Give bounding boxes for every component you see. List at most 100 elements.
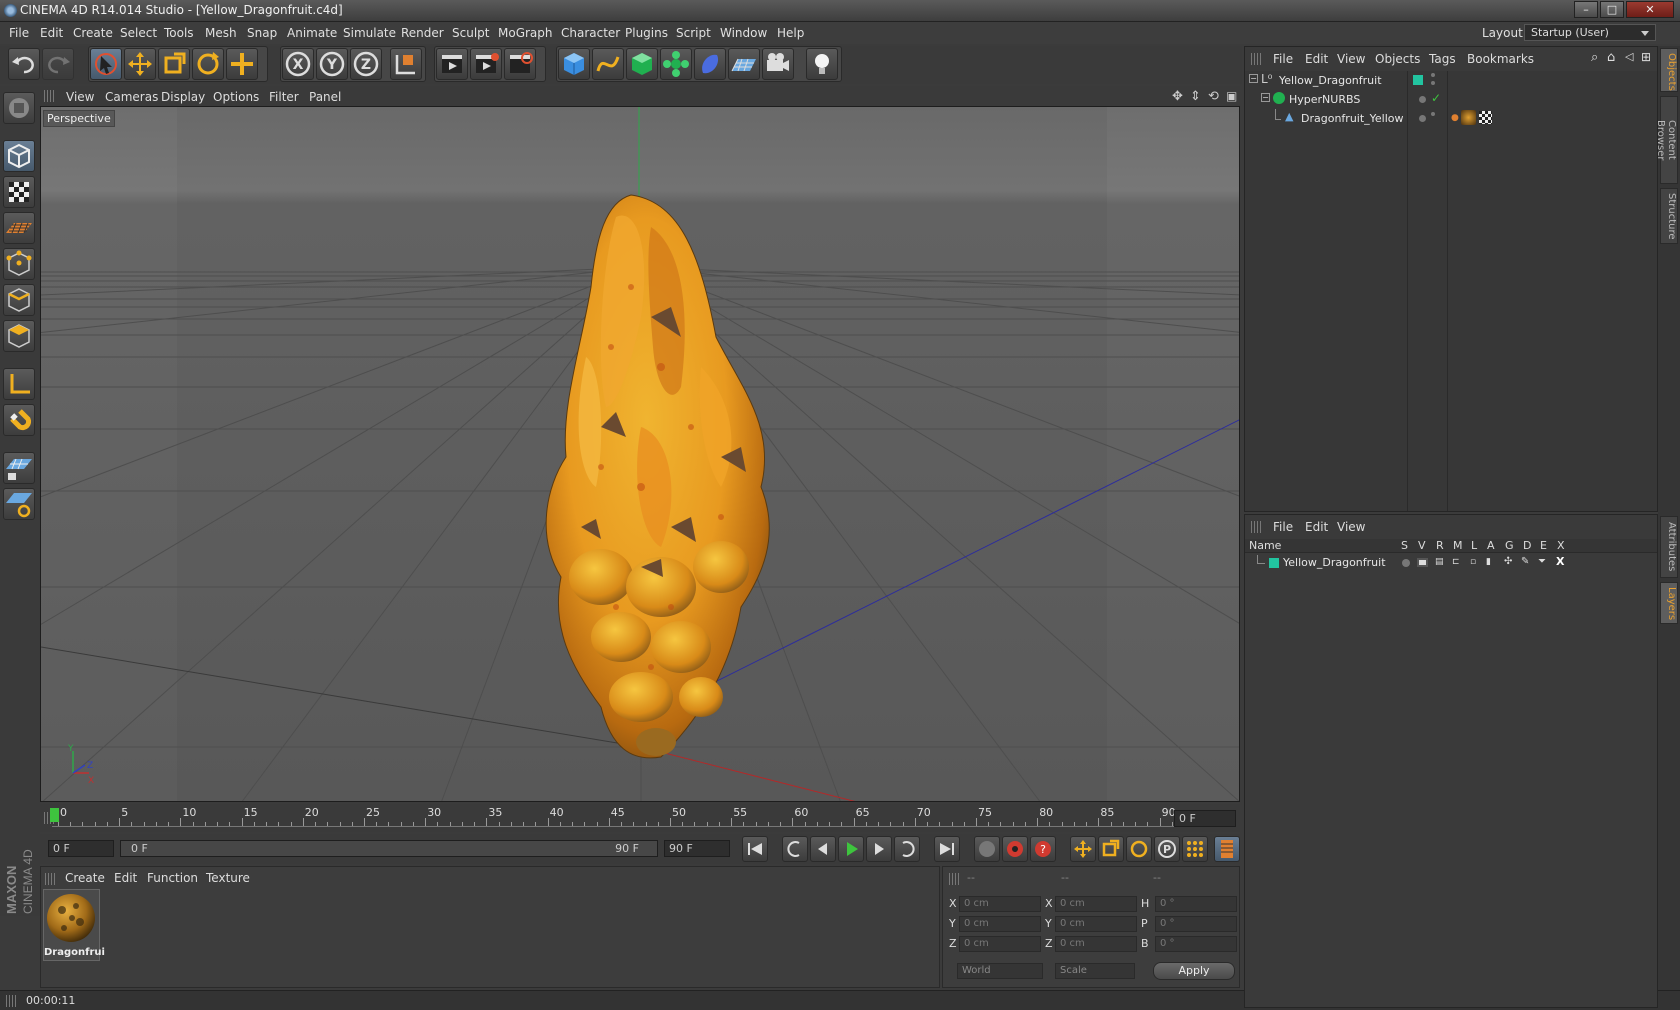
edit-render-settings-icon[interactable] [504, 48, 536, 80]
subdivision-surface-icon[interactable] [626, 48, 658, 80]
menu-sculpt[interactable]: Sculpt [452, 26, 489, 40]
layout-select[interactable]: Startup (User) [1524, 24, 1656, 41]
menu-file[interactable]: File [9, 26, 29, 40]
menu-select[interactable]: Select [120, 26, 157, 40]
layer-view-toggle[interactable] [1417, 558, 1428, 567]
material-swatch[interactable]: Dragonfrui [43, 889, 105, 961]
texture-mode-icon[interactable] [3, 176, 35, 208]
size-x-field[interactable]: 0 cm [1055, 896, 1137, 912]
layer-col-xref[interactable]: X [1557, 539, 1565, 552]
layer-panel-grip[interactable] [1251, 521, 1261, 533]
pos-x-field[interactable]: 0 cm [959, 896, 1041, 912]
timeline-layout-icon[interactable] [1214, 836, 1240, 862]
pos-z-field[interactable]: 0 cm [959, 936, 1041, 952]
object-panel-grip[interactable] [1251, 53, 1261, 65]
menu-help[interactable]: Help [777, 26, 804, 40]
layer-col-manager[interactable]: M [1453, 539, 1463, 552]
next-key-icon[interactable] [894, 836, 920, 862]
autokeying-icon[interactable] [1002, 836, 1028, 862]
position-key-icon[interactable] [1070, 836, 1096, 862]
make-editable-icon[interactable] [3, 92, 35, 124]
rotation-key-icon[interactable] [1126, 836, 1152, 862]
rot-h-field[interactable]: 0 ° [1155, 896, 1237, 912]
scale-key-icon[interactable] [1098, 836, 1124, 862]
new-panel-icon[interactable]: ⊞ [1641, 50, 1651, 64]
object-menu-view[interactable]: View [1337, 52, 1365, 66]
object-row[interactable]: − L⁰ Yellow_Dragonfruit [1245, 71, 1657, 90]
deformer-icon[interactable] [694, 48, 726, 80]
x-axis-lock-icon[interactable]: X [282, 48, 314, 80]
object-menu-objects[interactable]: Objects [1375, 52, 1420, 66]
menu-edit[interactable]: Edit [40, 26, 63, 40]
layer-col-render[interactable]: R [1436, 539, 1444, 552]
viewport-move-icon[interactable]: ✥ [1172, 89, 1183, 104]
pos-y-field[interactable]: 0 cm [959, 916, 1041, 932]
play-forward-icon[interactable] [838, 836, 864, 862]
viewport-menu-filter[interactable]: Filter [269, 90, 299, 104]
move-icon[interactable] [124, 48, 156, 80]
workplane-mode-icon[interactable] [3, 212, 35, 244]
menu-window[interactable]: Window [720, 26, 767, 40]
layer-solo-toggle[interactable] [1402, 559, 1410, 567]
viewport-rotate-icon[interactable]: ⟲ [1208, 89, 1219, 104]
menu-create[interactable]: Create [73, 26, 113, 40]
live-selection-icon[interactable] [90, 48, 122, 80]
rotate-icon[interactable] [192, 48, 224, 80]
camera-icon[interactable] [762, 48, 794, 80]
layer-col-locked[interactable]: L [1471, 539, 1477, 552]
maximize-button[interactable]: □ [1600, 1, 1624, 18]
render-view-icon[interactable] [436, 48, 468, 80]
object-row[interactable]: ▲ Dragonfruit_Yellow ● [1245, 109, 1657, 128]
coordinate-mode-select[interactable]: World [957, 963, 1043, 979]
layer-menu-view[interactable]: View [1337, 520, 1365, 534]
menu-animate[interactable]: Animate [287, 26, 337, 40]
visibility-dot[interactable] [1419, 115, 1426, 122]
material-menu-edit[interactable]: Edit [114, 871, 137, 885]
viewport-maximize-icon[interactable]: ▣ [1226, 89, 1237, 103]
uvw-tag-icon[interactable] [1479, 111, 1492, 124]
coordinate-system-icon[interactable] [390, 48, 422, 80]
current-frame-field[interactable]: 0 F [1174, 810, 1236, 827]
array-cloner-icon[interactable] [660, 48, 692, 80]
layer-expressions-toggle[interactable]: ⏷ [1538, 556, 1546, 567]
menu-snap[interactable]: Snap [247, 26, 277, 40]
layer-col-solo[interactable]: S [1401, 539, 1408, 552]
rot-b-field[interactable]: 0 ° [1155, 936, 1237, 952]
navigation-back-icon[interactable]: ◁ [1625, 50, 1633, 63]
layer-animation-toggle[interactable]: ▮ [1486, 557, 1491, 567]
phong-tag-icon[interactable]: ● [1451, 113, 1459, 123]
object-name[interactable]: Dragonfruit_Yellow [1301, 112, 1404, 125]
timeline-ruler[interactable]: 0 5 10 15 20 25 30 35 40 45 50 55 60 65 70 75 80 85 90 0 F [40, 804, 1240, 832]
layer-col-name[interactable]: Name [1249, 539, 1281, 552]
previous-key-icon[interactable] [782, 836, 808, 862]
go-to-start-icon[interactable] [742, 836, 768, 862]
layer-deformers-toggle[interactable]: ✎ [1521, 556, 1529, 567]
snap-magnet-icon[interactable] [3, 404, 35, 436]
planar-workplane-icon[interactable] [3, 488, 35, 520]
layer-generators-toggle[interactable]: ✣ [1504, 556, 1512, 567]
render-picture-viewer-icon[interactable] [470, 48, 502, 80]
recent-tool-icon[interactable] [226, 48, 258, 80]
parameter-key-icon[interactable]: P [1154, 836, 1180, 862]
visibility-dot[interactable] [1419, 96, 1426, 103]
object-menu-tags[interactable]: Tags [1429, 52, 1456, 66]
rot-p-field[interactable]: 0 ° [1155, 916, 1237, 932]
menu-render[interactable]: Render [401, 26, 444, 40]
object-menu-bookmarks[interactable]: Bookmarks [1467, 52, 1534, 66]
viewport-menu-options[interactable]: Options [213, 90, 259, 104]
redo-icon[interactable] [42, 48, 74, 80]
minimize-button[interactable]: – [1574, 1, 1598, 18]
viewport-menu-cameras[interactable]: Cameras [105, 90, 158, 104]
layer-col-generators[interactable]: G [1505, 539, 1514, 552]
material-panel-grip[interactable] [45, 873, 55, 885]
size-mode-select[interactable]: Scale [1055, 963, 1135, 979]
end-frame-field[interactable]: 90 F [664, 840, 730, 857]
points-mode-icon[interactable] [3, 248, 35, 280]
layer-color-swatch[interactable] [1413, 75, 1423, 85]
menu-mesh[interactable]: Mesh [205, 26, 237, 40]
polygons-mode-icon[interactable] [3, 320, 35, 352]
menu-plugins[interactable]: Plugins [625, 26, 668, 40]
perspective-viewport[interactable]: Y X Z Perspective [40, 106, 1240, 802]
tab-content-browser[interactable]: Content Browser [1655, 96, 1678, 184]
go-to-end-icon[interactable] [934, 836, 960, 862]
